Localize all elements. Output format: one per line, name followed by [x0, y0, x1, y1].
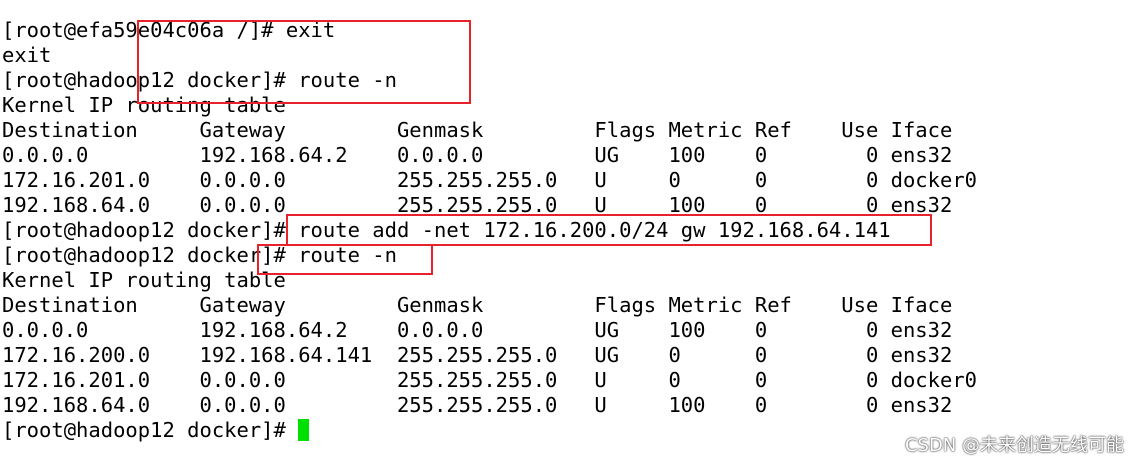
- terminal-line: [root@hadoop12 docker]# route -n: [2, 243, 397, 267]
- route-table-header: Destination Gateway Genmask Flags Metric…: [2, 293, 953, 317]
- terminal-line: [root@hadoop12 docker]# route -n: [2, 68, 397, 92]
- terminal-line: Kernel IP routing table: [2, 93, 286, 117]
- route-table-row: 172.16.201.0 0.0.0.0 255.255.255.0 U 0 0…: [2, 168, 978, 192]
- terminal-line: exit: [2, 43, 52, 67]
- prompt-text: [root@hadoop12 docker]#: [2, 418, 299, 442]
- terminal-line: [root@hadoop12 docker]# route add -net 1…: [2, 218, 891, 242]
- terminal-line: [root@efa59e04c06a /]# exit: [2, 18, 336, 42]
- terminal-prompt-line[interactable]: [root@hadoop12 docker]#: [2, 418, 310, 443]
- route-table-header: Destination Gateway Genmask Flags Metric…: [2, 118, 953, 142]
- route-table-row: 172.16.200.0 192.168.64.141 255.255.255.…: [2, 343, 953, 367]
- watermark: CSDN @未来创造无线可能: [904, 435, 1124, 456]
- route-table-row: 192.168.64.0 0.0.0.0 255.255.255.0 U 100…: [2, 193, 953, 217]
- route-table-row: 192.168.64.0 0.0.0.0 255.255.255.0 U 100…: [2, 393, 953, 417]
- route-table-row: 172.16.201.0 0.0.0.0 255.255.255.0 U 0 0…: [2, 368, 978, 392]
- cursor-block: [298, 419, 310, 441]
- route-table-row: 0.0.0.0 192.168.64.2 0.0.0.0 UG 100 0 0 …: [2, 143, 953, 167]
- terminal-window[interactable]: [root@efa59e04c06a /]# exit exit [root@h…: [0, 18, 1140, 465]
- terminal-line: Kernel IP routing table: [2, 268, 286, 292]
- route-table-row: 0.0.0.0 192.168.64.2 0.0.0.0 UG 100 0 0 …: [2, 318, 953, 342]
